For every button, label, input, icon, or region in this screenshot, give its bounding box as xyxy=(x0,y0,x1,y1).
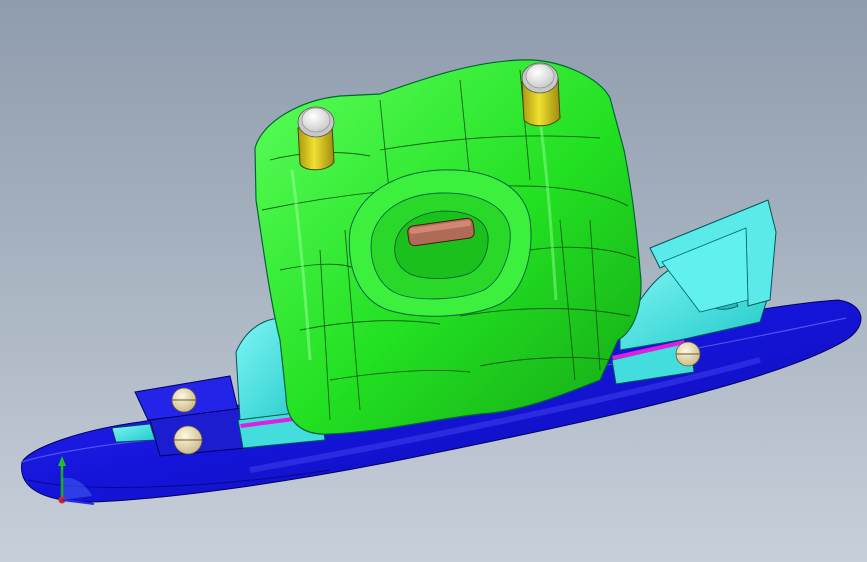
cad-model-render xyxy=(21,59,862,505)
guide-pin-left xyxy=(297,106,335,171)
cad-viewport[interactable] xyxy=(0,0,867,562)
guide-pin-right xyxy=(521,62,561,127)
